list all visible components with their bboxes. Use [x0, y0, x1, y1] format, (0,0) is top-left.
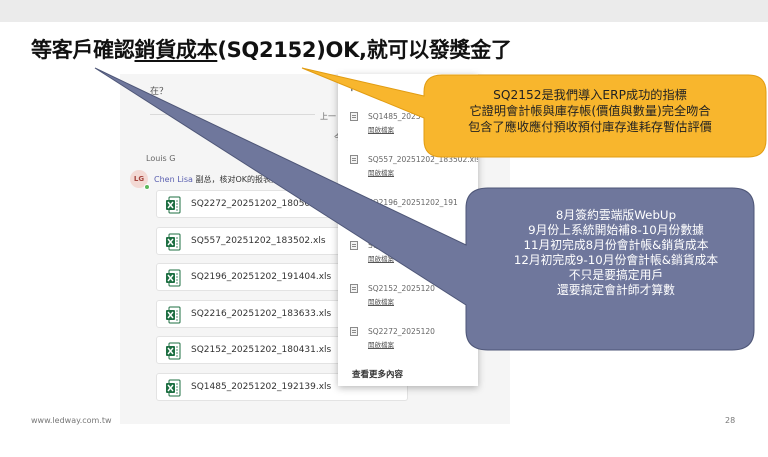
blue-line: 8月簽約雲端版WebUp — [555, 208, 677, 222]
blue-line: 9月份上系統開始補8-10月份數據 — [528, 223, 704, 237]
footer-url: www.ledway.com.tw — [31, 416, 112, 425]
blue-line: 11月初完成8月份會計帳&銷貨成本 — [523, 238, 709, 252]
blue-callout-text: 8月簽約雲端版WebUp 9月份上系統開始補8-10月份數據 11月初完成8月份… — [470, 208, 762, 298]
orange-callout-text: SQ2152是我們導入ERP成功的指標 它證明會計帳與庫存帳(價值與數量)完全吻… — [432, 87, 748, 135]
blue-line: 12月初完成9-10月份會計帳&銷貨成本 — [513, 253, 719, 267]
orange-line: 包含了應收應付預收預付庫存進耗存暫估評價 — [468, 120, 712, 134]
blue-line: 不只是要搞定用戶 — [568, 268, 664, 282]
blue-line: 還要搞定會計師才算數 — [557, 283, 675, 297]
page-number: 28 — [725, 416, 736, 425]
orange-line: SQ2152是我們導入ERP成功的指標 — [493, 88, 687, 102]
slide: 等客戶確認銷貨成本(SQ2152)OK,就可以發獎金了 在？ 上一 今天 Lou… — [0, 0, 768, 457]
orange-line: 它證明會計帳與庫存帳(價值與數量)完全吻合 — [469, 104, 711, 118]
